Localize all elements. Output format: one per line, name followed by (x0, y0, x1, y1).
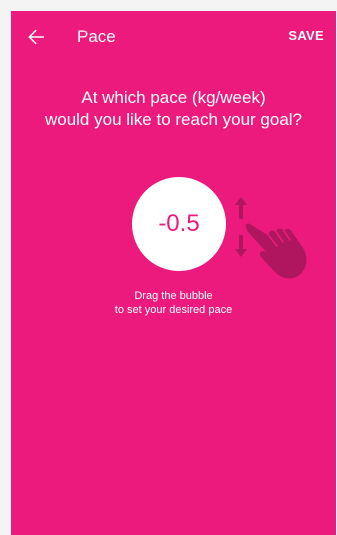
question-line-2: would you like to reach your goal? (44, 110, 303, 129)
pace-value: -0.5 (158, 210, 200, 237)
page-title: Pace (77, 27, 116, 46)
save-button[interactable]: SAVE (288, 28, 324, 43)
drag-hint: Drag the bubble to set your desired pace (11, 289, 336, 317)
app-bar: Pace SAVE (11, 11, 336, 63)
pace-question: At which pace (kg/week) would you like t… (11, 87, 336, 131)
hint-line-2: to set your desired pace (114, 304, 233, 316)
back-button[interactable] (24, 25, 48, 49)
pace-screen: Pace SAVE At which pace (kg/week) would … (11, 11, 336, 535)
pointing-hand-icon (245, 223, 307, 279)
hint-line-1: Drag the bubble (134, 290, 213, 302)
arrow-left-icon (28, 29, 44, 45)
pace-bubble[interactable]: -0.5 (132, 177, 226, 271)
question-line-1: At which pace (kg/week) (81, 88, 266, 107)
